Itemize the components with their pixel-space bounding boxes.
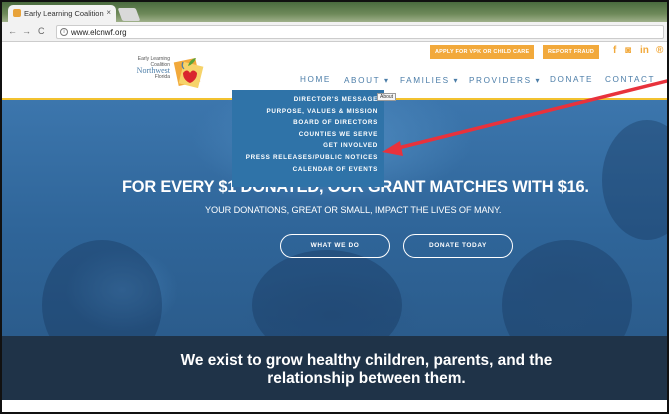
back-arrow-icon[interactable]: ← — [8, 26, 17, 36]
favicon-icon — [13, 9, 21, 17]
mission-line: relationship between them. — [267, 370, 466, 387]
hero-photo-shape — [42, 240, 162, 336]
info-icon: i — [60, 28, 68, 36]
nav-contact[interactable]: CONTACT — [605, 75, 655, 84]
hero-photo-shape — [502, 240, 632, 336]
reload-icon[interactable]: C — [38, 26, 45, 36]
report-fraud-button[interactable]: REPORT FRAUD — [543, 45, 600, 59]
hero-photo-shape — [252, 250, 402, 336]
menu-item-board-of-directors[interactable]: BOARD OF DIRECTORS — [232, 119, 384, 131]
mission-line: We exist to grow healthy children, paren… — [180, 352, 553, 369]
url-input[interactable]: i www.elcnwf.org — [56, 25, 664, 39]
about-tooltip: About — [377, 93, 397, 101]
apply-vpk-button[interactable]: APPLY FOR VPK OR CHILD CARE — [430, 45, 535, 59]
menu-item-get-involved[interactable]: GET INVOLVED — [232, 142, 384, 154]
nav-families[interactable]: FAMILIES ▾ — [400, 75, 459, 85]
nav-home[interactable]: HOME — [300, 75, 331, 84]
chevron-down-icon: ▾ — [535, 76, 542, 85]
menu-item-calendar-of-events[interactable]: CALENDAR OF EVENTS — [232, 166, 384, 178]
pinterest-icon[interactable]: ® — [656, 45, 663, 56]
forward-arrow-icon[interactable]: → — [22, 26, 31, 36]
close-icon[interactable]: × — [106, 8, 111, 17]
nav-about-label: ABOUT — [344, 76, 381, 85]
hero-subline: YOUR DONATIONS, GREAT OR SMALL, IMPACT T… — [205, 205, 502, 215]
nav-donate[interactable]: DONATE — [550, 75, 593, 84]
browser-tab-bar: Early Learning Coalition × — [2, 2, 667, 22]
nav-providers-label: PROVIDERS — [469, 76, 532, 85]
about-dropdown-menu: DIRECTOR'S MESSAGE PURPOSE, VALUES & MIS… — [232, 90, 384, 187]
page-bottom-strip — [2, 400, 667, 412]
menu-item-press-releases[interactable]: PRESS RELEASES/PUBLIC NOTICES — [232, 154, 384, 166]
logo-text[interactable]: Early Learning Coalition Northwest Flori… — [112, 56, 170, 80]
chevron-down-icon: ▾ — [453, 76, 460, 85]
url-text: www.elcnwf.org — [71, 28, 127, 37]
what-we-do-button[interactable]: WHAT WE DO — [280, 234, 390, 258]
chevron-down-icon: ▾ — [383, 76, 390, 85]
nav-about[interactable]: ABOUT ▾ — [344, 75, 390, 85]
donate-today-button[interactable]: DONATE TODAY — [403, 234, 513, 258]
tab-title: Early Learning Coalition — [24, 9, 104, 18]
linkedin-icon[interactable]: in — [640, 45, 649, 56]
facebook-icon[interactable]: f — [613, 45, 616, 56]
browser-tab[interactable]: Early Learning Coalition × — [8, 5, 116, 22]
nav-providers[interactable]: PROVIDERS ▾ — [469, 75, 541, 85]
address-bar: ← → C i www.elcnwf.org — [2, 22, 667, 42]
instagram-icon[interactable]: ◙ — [625, 45, 631, 56]
logo-apple-icon[interactable] — [170, 52, 206, 90]
menu-item-purpose-values-mission[interactable]: PURPOSE, VALUES & MISSION — [232, 108, 384, 120]
mission-statement: We exist to grow healthy children, paren… — [2, 352, 667, 388]
menu-item-directors-message[interactable]: DIRECTOR'S MESSAGE — [232, 96, 384, 108]
menu-item-counties-we-serve[interactable]: COUNTIES WE SERVE — [232, 131, 384, 143]
new-tab-button[interactable] — [117, 8, 141, 21]
nav-families-label: FAMILIES — [400, 76, 450, 85]
screenshot-frame: Early Learning Coalition × ← → C i www.e… — [0, 0, 669, 414]
